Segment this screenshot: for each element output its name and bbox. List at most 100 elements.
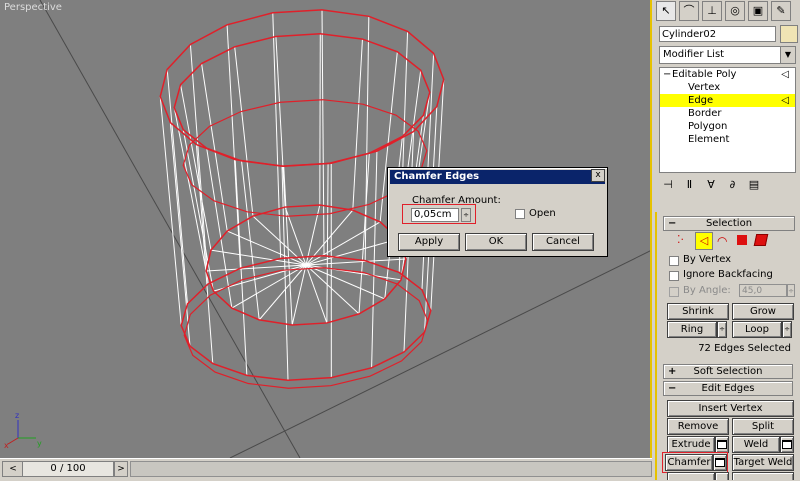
bottom-outer-ring-2 (184, 268, 428, 389)
selection-rollout-header[interactable]: − Selection (663, 216, 795, 231)
cap-edge-line (232, 265, 306, 308)
dialog-title: Chamfer Edges (394, 171, 479, 182)
time-prev-button[interactable]: < (2, 461, 24, 477)
outer-edge-line (190, 44, 208, 283)
ring-button[interactable]: Ring (667, 321, 717, 338)
amount-spinner-arrows-icon[interactable]: ÷ (461, 208, 471, 222)
remove-modifier-icon[interactable]: ∂ (724, 178, 742, 191)
by-vertex-label: By Vertex (683, 254, 731, 265)
modifier-list-dropdown[interactable]: Modifier List ▼ (659, 46, 796, 64)
loop-spinner-arrows-icon[interactable]: ÷ (782, 321, 792, 338)
timeline-track[interactable] (130, 461, 652, 477)
settings-icon (717, 440, 727, 449)
rollout-container: − Selection ⁚· ◁ ◠ By Vertex Ignore Back… (655, 212, 797, 480)
hierarchy-tab-icon[interactable]: ⊥ (702, 1, 722, 21)
angle-spinner[interactable]: 45,0 (739, 284, 787, 297)
axis-z-label: z (15, 411, 19, 420)
chamfer-amount-field[interactable]: 0,05cm (411, 208, 459, 222)
extrude-settings-button[interactable] (715, 436, 729, 453)
inner-edge-line (327, 164, 328, 323)
object-color-swatch[interactable] (780, 25, 798, 43)
ok-button[interactable]: OK (465, 233, 527, 251)
soft-selection-rollout-header[interactable]: + Soft Selection (663, 364, 793, 379)
apply-button[interactable]: Apply (398, 233, 460, 251)
command-panel: ↖ ⌒ ⊥ ◎ ▣ ✎ Cylinder02 Modifier List ▼ −… (652, 0, 800, 480)
by-angle-label: By Angle: (683, 285, 731, 296)
pin-stack-icon[interactable]: ⊣ (659, 178, 677, 191)
stack-item-border[interactable]: Border (660, 107, 795, 120)
stack-item-edge[interactable]: Edge ◁ (660, 94, 795, 107)
motion-tab-icon[interactable]: ◎ (725, 1, 745, 21)
chamfer-button[interactable]: Chamfer (665, 454, 713, 471)
stack-toolbar: ⊣ Ⅱ ∀ ∂ ▤ (659, 178, 796, 194)
open-checkbox[interactable] (515, 209, 525, 219)
insert-vertex-button[interactable]: Insert Vertex (667, 400, 794, 417)
edge-mode-icon[interactable]: ◁ (695, 232, 713, 250)
vertex-mode-icon[interactable]: ⁚· (677, 233, 684, 246)
open-label: Open (529, 208, 556, 219)
outer-edge-line (372, 151, 377, 368)
chamfer-settings-button[interactable] (713, 454, 727, 471)
by-vertex-checkbox[interactable] (669, 256, 679, 266)
loop-button[interactable]: Loop (732, 321, 782, 338)
light-bulb-icon[interactable]: ◁ (781, 68, 789, 81)
axis-y-label: y (37, 439, 42, 448)
axis-x-label: x (4, 441, 9, 450)
bridge-settings-button[interactable] (715, 472, 729, 480)
split-button[interactable]: Split (732, 418, 794, 435)
cap-edge-line (259, 265, 306, 320)
outer-edge-line (365, 16, 369, 260)
configure-sets-icon[interactable]: ▤ (745, 178, 763, 191)
weld-settings-button[interactable] (780, 436, 794, 453)
show-end-result-icon[interactable]: Ⅱ (681, 178, 699, 191)
selection-status: 72 Edges Selected (698, 343, 791, 354)
time-next-button[interactable]: > (114, 461, 128, 477)
viewport-label[interactable]: Perspective (4, 2, 62, 13)
angle-spinner-arrows-icon[interactable]: ÷ (787, 284, 795, 297)
inner-edge-line (276, 36, 285, 207)
create-tab-icon[interactable]: ↖ (656, 1, 676, 21)
cancel-button[interactable]: Cancel (532, 233, 594, 251)
modifier-stack[interactable]: − Editable Poly ◁ Vertex Edge ◁ Border P… (659, 67, 796, 173)
axis-tripod-icon: z y x (4, 410, 44, 450)
settings-icon (715, 458, 725, 467)
stack-item-editable-poly[interactable]: − Editable Poly ◁ (660, 68, 795, 81)
object-name-field[interactable]: Cylinder02 (659, 26, 776, 42)
modifier-list-label: Modifier List (663, 49, 724, 60)
weld-button[interactable]: Weld (732, 436, 780, 453)
extrude-button[interactable]: Extrude (667, 436, 715, 453)
element-mode-icon[interactable] (754, 234, 769, 246)
ignore-backfacing-label: Ignore Backfacing (683, 269, 773, 280)
modify-tab-icon[interactable]: ⌒ (679, 1, 699, 21)
chevron-down-icon: ▼ (780, 47, 795, 63)
polygon-mode-icon[interactable] (737, 235, 747, 245)
settings-icon (782, 440, 792, 449)
inner-edge-line (353, 39, 363, 210)
ignore-backfacing-checkbox[interactable] (669, 271, 679, 281)
shrink-button[interactable]: Shrink (667, 303, 729, 320)
edit-edges-rollout-header[interactable]: − Edit Edges (663, 381, 793, 396)
remove-button[interactable]: Remove (667, 418, 729, 435)
cap-edge-line (292, 265, 306, 325)
time-slider[interactable]: 0 / 100 (22, 461, 114, 477)
bridge-button[interactable] (667, 472, 715, 480)
make-unique-icon[interactable]: ∀ (702, 178, 720, 191)
border-mode-icon[interactable]: ◠ (717, 234, 727, 248)
ring-spinner-arrows-icon[interactable]: ÷ (717, 321, 727, 338)
close-icon[interactable]: x (591, 169, 605, 182)
stack-item-polygon[interactable]: Polygon (660, 120, 795, 133)
grow-button[interactable]: Grow (732, 303, 794, 320)
outer-edge-line (322, 10, 324, 256)
target-weld-button[interactable]: Target Weld (732, 454, 794, 471)
display-tab-icon[interactable]: ▣ (748, 1, 768, 21)
by-angle-checkbox[interactable] (669, 287, 679, 297)
inner-edge-line (242, 161, 260, 320)
collapse-icon[interactable]: − (663, 68, 671, 81)
top-inner-ring (174, 34, 430, 166)
connect-button[interactable] (732, 472, 794, 480)
utilities-tab-icon[interactable]: ✎ (771, 1, 791, 21)
stack-item-vertex[interactable]: Vertex (660, 81, 795, 94)
bottom-outer-ring (181, 256, 431, 380)
stack-item-element[interactable]: Element (660, 133, 795, 146)
dialog-title-bar[interactable]: Chamfer Edges (390, 170, 605, 184)
